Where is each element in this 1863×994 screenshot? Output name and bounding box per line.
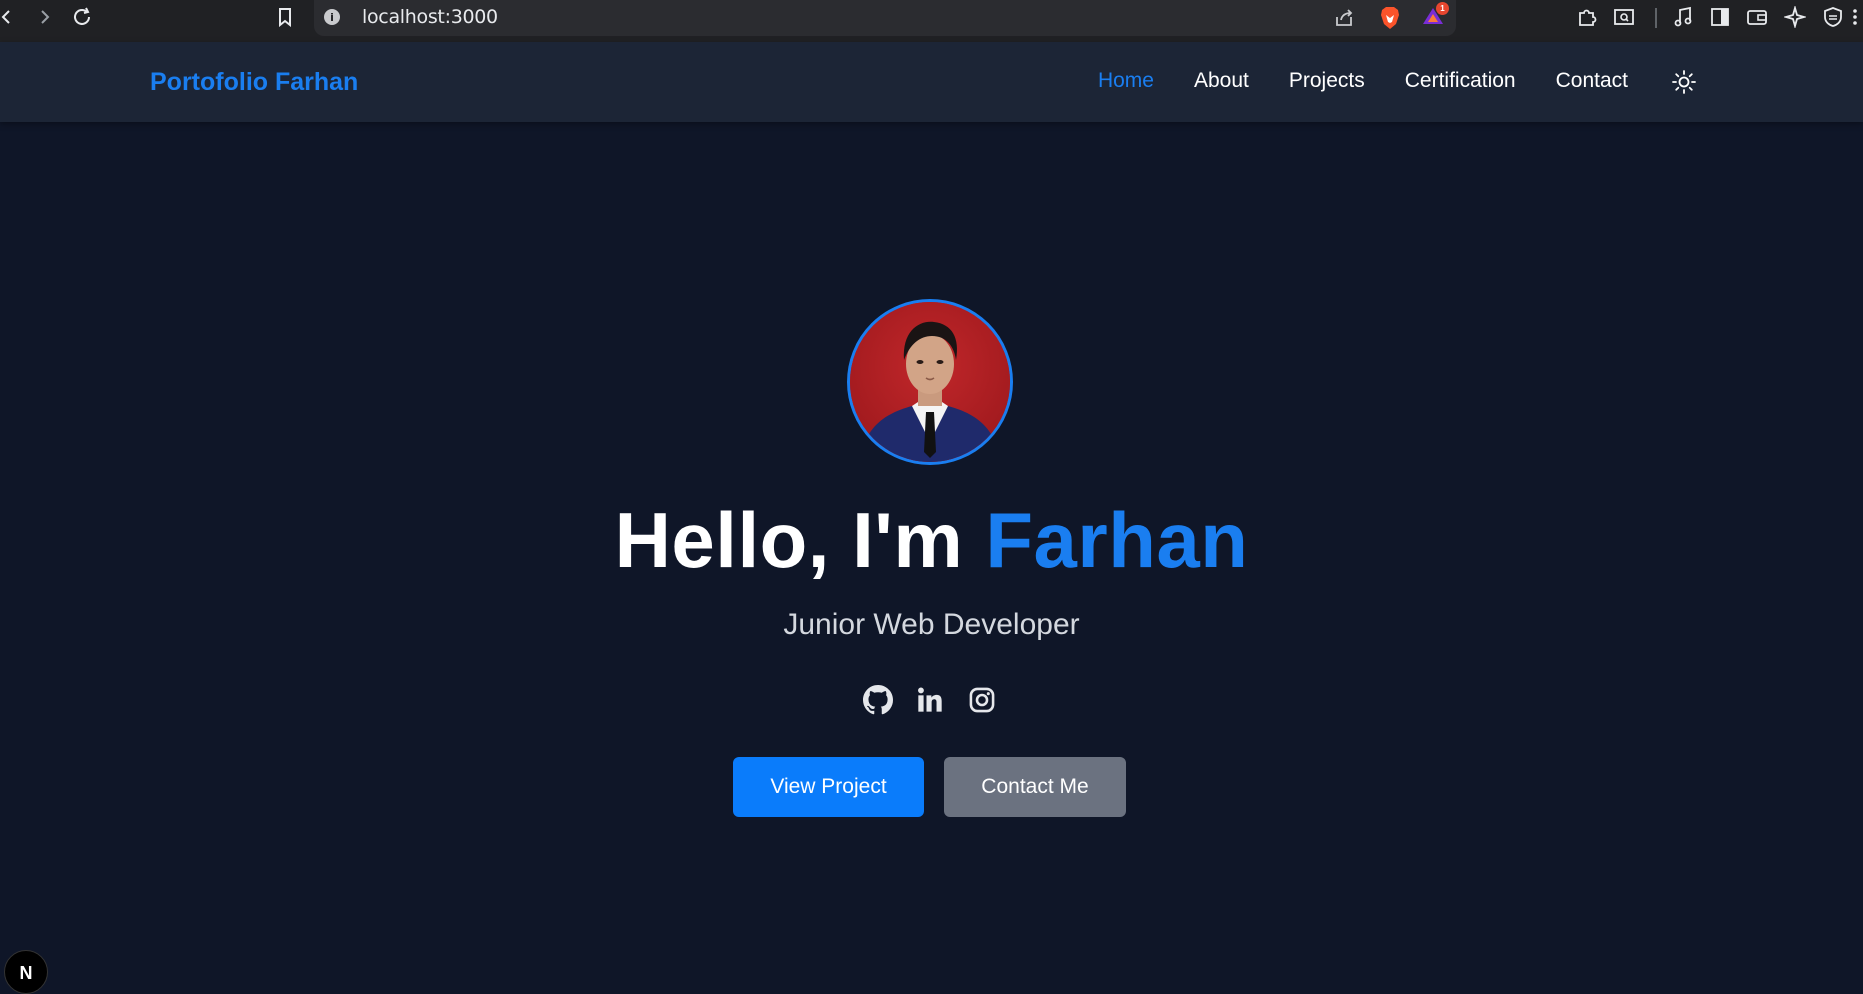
reload-icon[interactable] — [69, 4, 95, 30]
instagram-link[interactable] — [966, 684, 998, 716]
hero-subtitle: Junior Web Developer — [783, 608, 1080, 641]
address-bar[interactable]: i localhost:3000 1 — [314, 0, 1456, 36]
github-link[interactable] — [862, 684, 894, 716]
nav-links: Home About Projects Certification Contac… — [1098, 69, 1628, 93]
menu-icon[interactable] — [1848, 4, 1862, 30]
wallet-icon[interactable] — [1744, 4, 1770, 30]
extensions-icon[interactable] — [1574, 4, 1600, 30]
hero-buttons: View Project Contact Me — [733, 757, 1126, 817]
nextjs-dev-badge[interactable]: N — [4, 950, 48, 994]
hero-name: Farhan — [985, 496, 1249, 584]
rewards-badge: 1 — [1436, 2, 1449, 15]
toolbar-separator — [1655, 8, 1657, 28]
site-navbar: Portofolio Farhan Home About Projects Ce… — [0, 42, 1863, 122]
url-text[interactable]: localhost:3000 — [362, 6, 498, 28]
forward-icon[interactable] — [31, 4, 57, 30]
vpn-shield-icon[interactable] — [1820, 4, 1846, 30]
tab-search-icon[interactable] — [1611, 4, 1637, 30]
nav-contact[interactable]: Contact — [1556, 69, 1628, 93]
brand-logo[interactable]: Portofolio Farhan — [150, 68, 358, 97]
social-links — [862, 684, 998, 716]
sidebar-icon[interactable] — [1707, 4, 1733, 30]
nav-certification[interactable]: Certification — [1405, 69, 1516, 93]
profile-avatar — [847, 299, 1013, 465]
view-project-button[interactable]: View Project — [733, 757, 924, 817]
browser-toolbar: i localhost:3000 1 — [0, 0, 1863, 42]
linkedin-icon — [918, 687, 942, 712]
brave-shields-icon[interactable] — [1377, 5, 1403, 31]
brave-rewards-icon[interactable]: 1 — [1420, 2, 1449, 29]
sun-icon — [1672, 70, 1696, 94]
linkedin-link[interactable] — [914, 684, 946, 716]
contact-me-button[interactable]: Contact Me — [944, 757, 1126, 817]
hero-greeting: Hello, I'm — [614, 496, 986, 584]
nav-about[interactable]: About — [1194, 69, 1249, 93]
site-info-icon[interactable]: i — [324, 9, 340, 25]
instagram-icon — [969, 687, 995, 713]
github-icon — [863, 685, 893, 715]
bookmark-icon[interactable] — [272, 4, 298, 30]
theme-toggle-button[interactable] — [1671, 69, 1697, 100]
share-icon[interactable] — [1331, 5, 1357, 31]
nav-home[interactable]: Home — [1098, 69, 1154, 93]
hero-title: Hello, I'm Farhan — [0, 495, 1863, 586]
back-icon[interactable] — [0, 4, 20, 30]
music-icon[interactable] — [1670, 4, 1696, 30]
nav-projects[interactable]: Projects — [1289, 69, 1365, 93]
leo-ai-icon[interactable] — [1782, 4, 1808, 30]
